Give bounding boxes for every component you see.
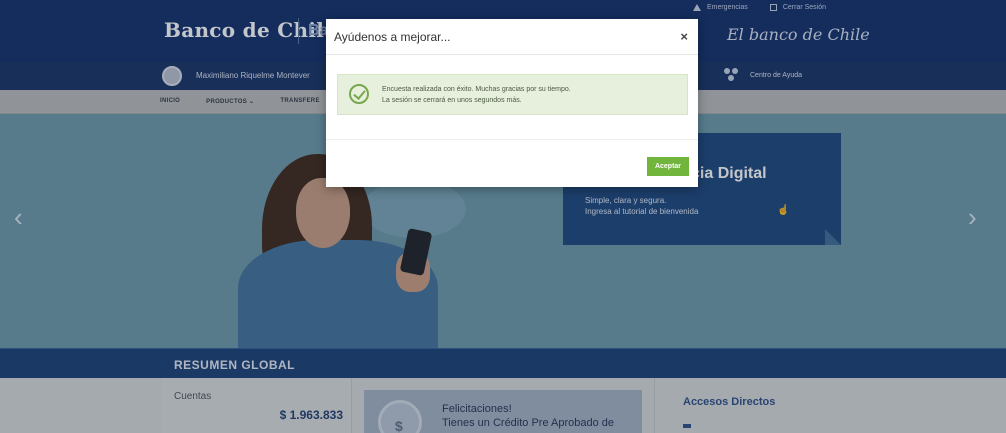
- modal-footer-divider: [326, 139, 698, 140]
- modal-title: Ayúdenos a mejorar...: [334, 30, 451, 44]
- close-icon[interactable]: ×: [680, 29, 688, 44]
- feedback-modal: Ayúdenos a mejorar... × Encuesta realiza…: [326, 19, 698, 187]
- success-message-line-2: La sesión se cerrará en unos segundos má…: [382, 97, 522, 104]
- success-message: Encuesta realizada con éxito. Muchas gra…: [382, 84, 571, 106]
- accept-button[interactable]: Aceptar: [647, 157, 689, 176]
- modal-header: Ayúdenos a mejorar... ×: [326, 19, 698, 55]
- check-circle-icon: [349, 84, 369, 104]
- success-alert: Encuesta realizada con éxito. Muchas gra…: [337, 74, 688, 115]
- success-message-line-1: Encuesta realizada con éxito. Muchas gra…: [382, 86, 571, 93]
